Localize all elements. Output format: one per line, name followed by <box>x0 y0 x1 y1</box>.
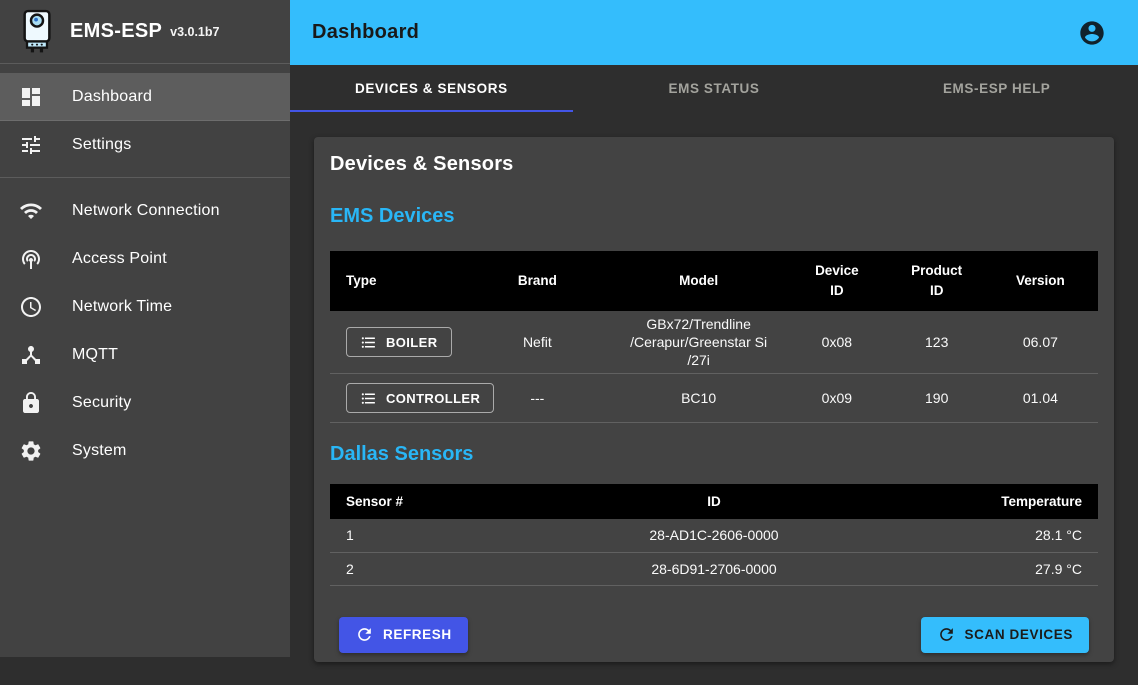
cell-model: GBx72​/Trendline​/Cerapur​/Greenstar Si​… <box>614 311 783 374</box>
gear-icon <box>19 439 43 463</box>
column-header-temperature: Temperature <box>906 484 1098 519</box>
app-title: EMS-ESP <box>70 20 162 43</box>
ems-table-header-row: Type Brand Model Device ID Product ID Ve… <box>330 251 1098 311</box>
button-row: REFRESH SCAN DEVICES <box>330 617 1098 653</box>
column-header-sensor-num: Sensor # <box>330 484 522 519</box>
cell-version: 06.07 <box>983 311 1098 374</box>
cell-sensor-id: 28-6D91-2706-0000 <box>522 552 906 585</box>
devices-sensors-card: Devices & Sensors EMS Devices Type Brand… <box>314 137 1114 662</box>
controller-device-button[interactable]: CONTROLLER <box>346 383 494 413</box>
sidebar-item-label: Settings <box>72 136 131 154</box>
lock-icon <box>19 391 43 415</box>
table-row: CONTROLLER --- BC10 0x09 190 01.04 <box>330 374 1098 423</box>
page-title: Dashboard <box>312 21 419 44</box>
column-header-product-id: Product ID <box>891 251 983 311</box>
cell-device-id: 0x08 <box>783 311 891 374</box>
boiler-logo-icon <box>18 9 56 54</box>
column-header-id: ID <box>522 484 906 519</box>
cell-sensor-num: 2 <box>330 552 522 585</box>
tab-bar: DEVICES & SENSORS EMS STATUS EMS-ESP HEL… <box>290 65 1138 112</box>
cell-product-id: 123 <box>891 311 983 374</box>
sidebar-item-label: Access Point <box>72 250 167 268</box>
table-row: 1 28-AD1C-2606-0000 28.1 °C <box>330 519 1098 552</box>
sidebar-item-label: Dashboard <box>72 88 152 106</box>
tab-ems-status[interactable]: EMS STATUS <box>573 65 856 112</box>
cell-device-id: 0x09 <box>783 374 891 423</box>
main-area: Dashboard DEVICES & SENSORS EMS STATUS E… <box>290 0 1138 685</box>
sidebar-item-access-point[interactable]: Access Point <box>0 235 290 283</box>
sidebar-item-label: Security <box>72 394 131 412</box>
cell-brand: Nefit <box>461 311 615 374</box>
cell-temperature: 27.9 °C <box>906 552 1098 585</box>
dallas-sensors-heading: Dallas Sensors <box>330 441 1098 467</box>
ems-devices-table: Type Brand Model Device ID Product ID Ve… <box>330 251 1098 423</box>
dallas-table-header-row: Sensor # ID Temperature <box>330 484 1098 519</box>
sidebar-item-label: Network Connection <box>72 202 220 220</box>
sidebar-divider <box>0 177 290 178</box>
column-header-brand: Brand <box>461 251 615 311</box>
sidebar: EMS-ESP v3.0.1b7 Dashboard Settings Netw… <box>0 0 290 657</box>
tab-devices-sensors[interactable]: DEVICES & SENSORS <box>290 65 573 112</box>
sidebar-item-label: MQTT <box>72 346 118 364</box>
sidebar-item-label: System <box>72 442 127 460</box>
sidebar-item-network-time[interactable]: Network Time <box>0 283 290 331</box>
sidebar-item-dashboard[interactable]: Dashboard <box>0 73 290 121</box>
scan-devices-button[interactable]: SCAN DEVICES <box>921 617 1089 653</box>
clock-icon <box>19 295 43 319</box>
dallas-sensors-table: Sensor # ID Temperature 1 28-AD1C-2606-0… <box>330 484 1098 586</box>
list-icon <box>360 390 377 407</box>
cell-temperature: 28.1 °C <box>906 519 1098 552</box>
column-header-version: Version <box>983 251 1098 311</box>
dashboard-icon <box>19 85 43 109</box>
list-icon <box>360 334 377 351</box>
table-row: BOILER Nefit GBx72​/Trendline​/Cerapur​/… <box>330 311 1098 374</box>
refresh-icon <box>355 625 374 644</box>
sidebar-item-mqtt[interactable]: MQTT <box>0 331 290 379</box>
tune-icon <box>19 133 43 157</box>
wifi-icon <box>19 199 43 223</box>
column-header-type: Type <box>330 251 461 311</box>
tab-ems-esp-help[interactable]: EMS-ESP HELP <box>855 65 1138 112</box>
card-title: Devices & Sensors <box>330 151 1098 177</box>
table-row: 2 28-6D91-2706-0000 27.9 °C <box>330 552 1098 585</box>
cell-model: BC10 <box>614 374 783 423</box>
ems-devices-heading: EMS Devices <box>330 203 1098 229</box>
appbar: Dashboard <box>290 0 1138 65</box>
cell-sensor-id: 28-AD1C-2606-0000 <box>522 519 906 552</box>
refresh-icon <box>937 625 956 644</box>
column-header-model: Model <box>614 251 783 311</box>
wifi-tethering-icon <box>19 247 43 271</box>
sidebar-item-network-connection[interactable]: Network Connection <box>0 187 290 235</box>
cell-product-id: 190 <box>891 374 983 423</box>
refresh-button[interactable]: REFRESH <box>339 617 468 653</box>
sidebar-header: EMS-ESP v3.0.1b7 <box>0 0 290 64</box>
sidebar-item-settings[interactable]: Settings <box>0 121 290 169</box>
device-hub-icon <box>19 343 43 367</box>
cell-sensor-num: 1 <box>330 519 522 552</box>
cell-version: 01.04 <box>983 374 1098 423</box>
sidebar-item-security[interactable]: Security <box>0 379 290 427</box>
account-circle-icon[interactable] <box>1078 19 1106 47</box>
sidebar-item-label: Network Time <box>72 298 172 316</box>
column-header-device-id: Device ID <box>783 251 891 311</box>
sidebar-item-system[interactable]: System <box>0 427 290 475</box>
app-version: v3.0.1b7 <box>170 25 219 39</box>
boiler-device-button[interactable]: BOILER <box>346 327 452 357</box>
